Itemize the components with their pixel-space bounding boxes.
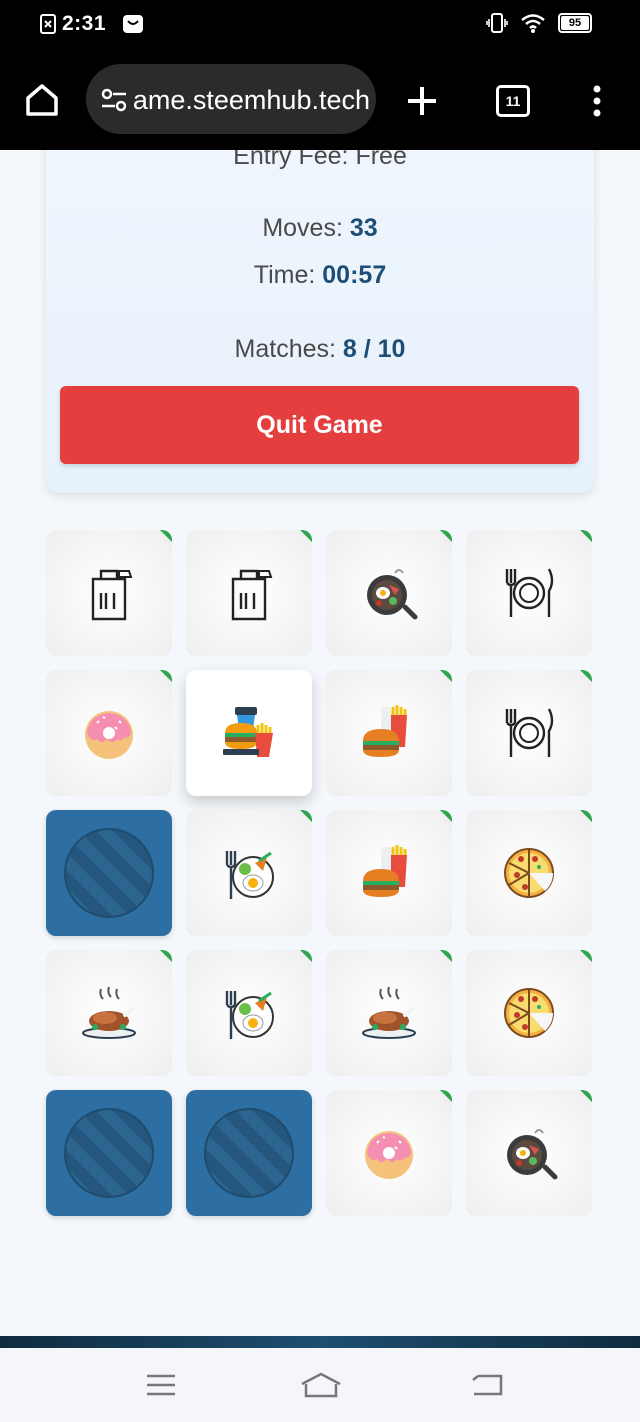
matched-marker (580, 1090, 592, 1102)
matched-marker (300, 950, 312, 962)
matched-marker (580, 670, 592, 682)
vibrate-icon (486, 13, 508, 33)
matched-marker (580, 530, 592, 542)
card (46, 530, 172, 656)
tab-switcher-button[interactable]: 11 (496, 85, 530, 117)
home-nav-icon[interactable] (300, 1370, 342, 1400)
entry-fee-row: Entry Fee: Free (233, 150, 407, 170)
matched-marker (300, 810, 312, 822)
matched-marker (440, 530, 452, 542)
burger-fries-icon (363, 705, 407, 757)
card (326, 1090, 452, 1216)
card-back-icon (204, 1108, 294, 1198)
memory-board (46, 530, 594, 1218)
address-bar[interactable]: game.steemhub.tech (86, 64, 376, 134)
matched-marker (160, 950, 172, 962)
matches-row: Matches: 8 / 10 (234, 335, 406, 363)
fast-food-icon (223, 707, 273, 757)
plate-cutlery-icon (505, 568, 554, 617)
time-value: 00:57 (322, 261, 387, 289)
tab-count: 11 (505, 93, 521, 109)
system-nav-bar (0, 1348, 640, 1422)
matched-marker (440, 1090, 452, 1102)
matched-marker (300, 530, 312, 542)
moves-value: 33 (349, 214, 378, 242)
matched-marker (440, 950, 452, 962)
pizza-icon (504, 848, 554, 898)
takeaway-bag-icon (231, 569, 273, 621)
card-back-icon (64, 1108, 154, 1198)
battery-indicator: 95 (558, 13, 592, 33)
matched-marker (440, 810, 452, 822)
card (466, 950, 592, 1076)
matched-marker (160, 530, 172, 542)
moves-row: Moves: 33 (262, 214, 378, 242)
card (466, 810, 592, 936)
matched-marker (160, 670, 172, 682)
salad-egg-plate-icon (225, 851, 274, 899)
more-options-icon[interactable] (590, 84, 604, 118)
burger-fries-icon (363, 845, 407, 897)
card (46, 670, 172, 796)
card (466, 1090, 592, 1216)
recent-apps-icon[interactable] (144, 1370, 178, 1400)
card (186, 530, 312, 656)
card (186, 670, 312, 796)
time-row: Time: 00:57 (253, 261, 387, 289)
home-icon[interactable] (22, 80, 62, 120)
card (326, 670, 452, 796)
matched-marker (580, 950, 592, 962)
breakfast-pan-icon (367, 569, 418, 620)
card-face-down[interactable] (46, 810, 172, 936)
donut-icon (85, 711, 133, 759)
wifi-icon (521, 14, 545, 33)
browser-toolbar: game.steemhub.tech 11 (0, 50, 640, 150)
page-content: Entry Fee: Free Moves: 33 Time: 00:57 Ma… (0, 150, 640, 1336)
card-face-down[interactable] (186, 1090, 312, 1216)
back-nav-icon[interactable] (470, 1370, 504, 1400)
card (466, 530, 592, 656)
donut-icon (365, 1131, 413, 1179)
matched-marker (580, 810, 592, 822)
screen-record-icon (40, 14, 56, 34)
url-text[interactable]: game.steemhub.tech (132, 85, 370, 116)
card (326, 530, 452, 656)
matched-marker (440, 670, 452, 682)
card-face-down[interactable] (46, 1090, 172, 1216)
quit-game-button[interactable]: Quit Game (60, 386, 579, 464)
game-info-card: Entry Fee: Free Moves: 33 Time: 00:57 Ma… (46, 150, 594, 493)
card-back-icon (64, 828, 154, 918)
plate-cutlery-icon (505, 708, 554, 757)
card (186, 950, 312, 1076)
card (46, 950, 172, 1076)
card (326, 950, 452, 1076)
breakfast-pan-icon (507, 1129, 558, 1180)
card (466, 670, 592, 796)
footer-strip (0, 1336, 640, 1348)
new-tab-icon[interactable] (404, 83, 440, 119)
roast-chicken-icon (362, 986, 416, 1039)
salad-egg-plate-icon (225, 991, 274, 1039)
card (326, 810, 452, 936)
pizza-icon (504, 988, 554, 1038)
notification-icon (123, 15, 144, 33)
roast-chicken-icon (82, 986, 136, 1039)
card (186, 810, 312, 936)
status-bar: 2:31 95 (0, 0, 640, 50)
site-settings-icon[interactable] (100, 86, 128, 114)
takeaway-bag-icon (91, 569, 133, 621)
matches-value: 8 / 10 (342, 335, 406, 363)
clock: 2:31 (62, 12, 107, 35)
